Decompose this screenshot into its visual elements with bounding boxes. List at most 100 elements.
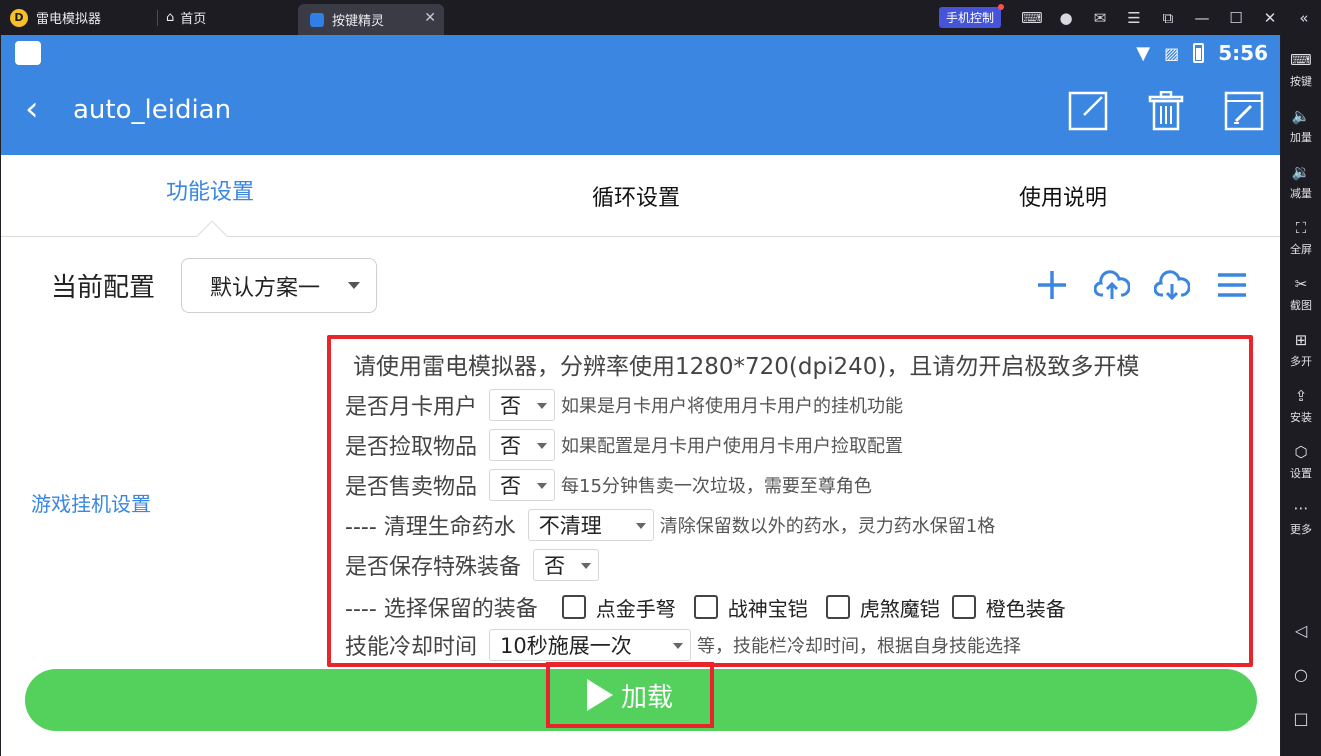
sidebar-item-settings[interactable]: ⬡ 设置 — [1281, 443, 1321, 481]
gamepad-icon[interactable]: ⌨ — [1015, 0, 1049, 35]
back-icon[interactable]: ‹ — [25, 89, 39, 129]
home-tab[interactable]: ⌂ 首页 — [166, 0, 206, 35]
dropdown-arrow-icon — [537, 403, 548, 409]
no-sim-icon: ▨ — [1164, 43, 1180, 63]
setting-description: 每15分钟售卖一次垃圾，需要至尊角色 — [561, 476, 872, 497]
mail-icon[interactable]: ✉ — [1083, 0, 1117, 35]
tab-function-settings[interactable]: 功能设置 — [166, 149, 254, 231]
clean-potion-select[interactable]: 不清理 — [527, 509, 654, 541]
close-window-icon[interactable]: ✕ — [1253, 0, 1287, 35]
sidebar-item-volume-down[interactable]: 🔉 减量 — [1281, 163, 1321, 201]
setting-label: 是否月卡用户 — [345, 395, 478, 420]
minimize-icon[interactable]: — — [1185, 0, 1219, 35]
window: D 雷电模拟器 ⌂ 首页 按键精灵 ✕ 手机控制 ⌨ ● ✉ ☰ ⧉ — ☐ ✕… — [0, 0, 1321, 756]
edit-icon[interactable] — [1224, 91, 1264, 131]
sidebar-item-label: 按键 — [1290, 75, 1312, 88]
setting-row: 是否月卡用户 否 如果是月卡用户将使用月卡用户的挂机功能 — [345, 385, 1245, 425]
restore-icon[interactable]: ⧉ — [1151, 0, 1185, 35]
nav-home-icon[interactable]: ○ — [1281, 665, 1321, 684]
sidebar-item-multi-instance[interactable]: ⊞ 多开 — [1281, 331, 1321, 369]
status-time: 5:56 — [1218, 41, 1268, 65]
settings-panel: 请使用雷电模拟器，分辨率使用1280*720(dpi240)，且请勿开启极致多开… — [327, 335, 1253, 667]
trash-icon[interactable] — [1146, 91, 1186, 131]
select-value: 否 — [500, 394, 522, 418]
dropdown-arrow-icon — [537, 483, 548, 489]
title-bar: D 雷电模拟器 ⌂ 首页 按键精灵 ✕ 手机控制 ⌨ ● ✉ ☰ ⧉ — ☐ ✕… — [0, 0, 1321, 35]
tab-loop-settings[interactable]: 循环设置 — [592, 155, 680, 237]
sidebar-item-label: 全屏 — [1290, 243, 1312, 256]
scissors-icon: ✂ — [1294, 275, 1308, 293]
multi-window-icon: ⊞ — [1294, 331, 1308, 349]
setting-description: 如果配置是月卡用户使用月卡用户捡取配置 — [561, 436, 904, 457]
app-name: 雷电模拟器 — [36, 12, 102, 27]
cloud-upload-icon[interactable] — [1094, 267, 1130, 303]
setting-label: ---- 选择保留的装备 — [345, 597, 538, 622]
dropdown-arrow-icon — [537, 443, 548, 449]
sidebar-item-label: 加量 — [1290, 131, 1312, 144]
load-button[interactable]: 加载 — [546, 662, 714, 728]
checkbox-equip-4[interactable] — [951, 595, 976, 619]
config-label: 当前配置 — [51, 273, 156, 303]
user-icon[interactable]: ● — [1049, 0, 1083, 35]
battery-icon — [1193, 43, 1205, 63]
sidebar-item-screenshot[interactable]: ✂ 截图 — [1281, 275, 1321, 313]
tab-instructions[interactable]: 使用说明 — [1019, 155, 1107, 237]
home-icon: ⌂ — [166, 10, 175, 25]
active-tab[interactable]: 按键精灵 ✕ — [298, 4, 444, 35]
sidebar-item-more[interactable]: ⋯ 更多 — [1281, 499, 1321, 537]
nav-back-icon[interactable]: ◁ — [1281, 621, 1321, 640]
sidebar-item-install[interactable]: ⇪ 安装 — [1281, 387, 1321, 425]
checkbox-equip-3[interactable] — [825, 595, 850, 619]
gear-icon: ⬡ — [1294, 443, 1308, 461]
settings-content: 请使用雷电模拟器，分辨率使用1280*720(dpi240)，且请勿开启极致多开… — [345, 349, 1245, 663]
notification-icon — [15, 41, 41, 65]
volume-up-icon: 🔈 — [1291, 107, 1311, 125]
play-icon — [586, 679, 613, 711]
wifi-icon: ▼ — [1136, 42, 1151, 64]
setting-row: ---- 清理生命药水 不清理 清除保留数以外的药水，灵力药水保留1格 — [345, 505, 1245, 545]
new-icon[interactable] — [1068, 91, 1108, 131]
config-select[interactable]: 默认方案一 — [181, 258, 377, 313]
select-value: 10秒施展一次 — [500, 634, 632, 658]
notice-text: 请使用雷电模拟器，分辨率使用1280*720(dpi240)，且请勿开启极致多开… — [353, 354, 1140, 380]
script-title: auto_leidian — [73, 95, 232, 125]
add-icon[interactable] — [1034, 267, 1070, 303]
monthly-card-select[interactable]: 否 — [489, 389, 556, 421]
menu-icon[interactable]: ☰ — [1117, 0, 1151, 35]
emulator-screen: ▼ ▨ 5:56 ‹ auto_leidian 功能设置 循环设置 使用说明 当… — [1, 35, 1280, 756]
setting-description: 等，技能栏冷却时间，根据自身技能选择 — [697, 636, 1022, 657]
sidebar-item-keys[interactable]: ⌨ 按键 — [1281, 51, 1321, 89]
dropdown-arrow-icon — [673, 643, 684, 649]
sidebar-item-label: 截图 — [1290, 299, 1312, 312]
nav-recent-icon[interactable]: □ — [1281, 709, 1321, 728]
skill-cooldown-select[interactable]: 10秒施展一次 — [489, 629, 692, 661]
collapse-icon[interactable]: « — [1287, 0, 1321, 35]
sidebar-item-label: 多开 — [1290, 355, 1312, 368]
app-tab-icon — [310, 12, 324, 27]
sidebar-item-volume-up[interactable]: 🔈 加量 — [1281, 107, 1321, 145]
setting-label: 是否保存特殊装备 — [345, 555, 522, 580]
equip-row: ---- 选择保留的装备 点金手弩 战神宝铠 虎煞魔铠 橙色装备 — [345, 585, 1245, 629]
setting-description: 清除保留数以外的药水，灵力药水保留1格 — [659, 516, 996, 537]
app-logo-icon: D — [10, 8, 28, 27]
select-value: 否 — [544, 554, 566, 578]
keyboard-icon: ⌨ — [1290, 51, 1312, 69]
android-status-bar: ▼ ▨ 5:56 — [1, 35, 1280, 71]
list-menu-icon[interactable] — [1214, 267, 1250, 303]
home-tab-label: 首页 — [180, 12, 207, 27]
save-special-equip-select[interactable]: 否 — [533, 549, 600, 581]
volume-down-icon: 🔉 — [1291, 163, 1311, 181]
setting-label: 是否售卖物品 — [345, 475, 478, 500]
maximize-icon[interactable]: ☐ — [1219, 0, 1253, 35]
load-button-label: 加载 — [620, 682, 673, 713]
checkbox-label: 战神宝铠 — [727, 596, 808, 621]
checkbox-equip-1[interactable] — [561, 595, 586, 619]
sell-items-select[interactable]: 否 — [489, 469, 556, 501]
cloud-download-icon[interactable] — [1154, 267, 1190, 303]
phone-control-button[interactable]: 手机控制 — [938, 4, 1004, 28]
pickup-items-select[interactable]: 否 — [489, 429, 556, 461]
checkbox-equip-2[interactable] — [693, 595, 718, 619]
close-icon[interactable]: ✕ — [424, 10, 436, 26]
setting-label: 技能冷却时间 — [345, 635, 478, 660]
sidebar-item-fullscreen[interactable]: ⛶ 全屏 — [1281, 219, 1321, 257]
